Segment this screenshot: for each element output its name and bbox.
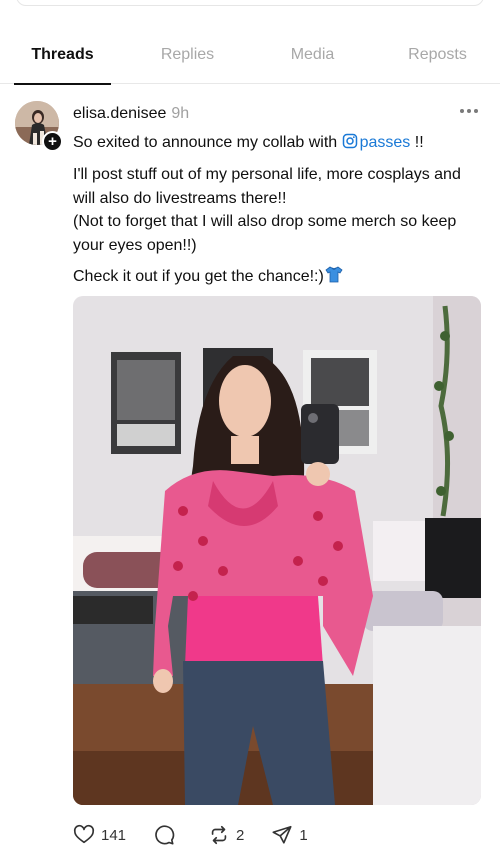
username[interactable]: elisa.denisee [73,105,166,123]
post-actions: 141 2 1 [73,822,335,848]
post-text-line1: So exited to announce my collab with pas… [73,131,485,155]
repost-button[interactable]: 2 [208,824,244,846]
mention-link[interactable]: passes [342,133,411,151]
tab-media[interactable]: Media [250,26,375,84]
follow-plus-icon[interactable]: + [42,131,63,152]
mention-label: passes [359,134,411,151]
like-button[interactable]: 141 [73,824,126,846]
profile-tabs: Threads Replies Media Reposts [0,26,500,85]
timestamp: 9h [171,105,190,122]
like-count: 141 [101,826,127,844]
post-text-line: Check it out if you get the chance!:) [73,268,324,285]
instagram-icon [342,133,357,149]
repost-count: 2 [236,826,245,844]
post-text-paragraph: I'll post stuff out of my personal life,… [73,163,485,257]
comment-icon [155,825,175,845]
send-icon [272,825,292,844]
post-header: elisa.denisee 9h [73,105,189,123]
tab-reposts[interactable]: Reposts [375,26,500,84]
more-options-icon[interactable] [460,104,482,118]
post-text-intro: So exited to announce my collab with [73,134,338,151]
search-bar-edge [16,0,484,6]
thread-post: + elisa.denisee 9h So exited to announce… [0,84,500,866]
post-text-cta: Check it out if you get the chance!:) [73,264,485,289]
repost-icon [211,825,227,845]
post-text-line: (Not to forget that I will also drop som… [73,213,457,254]
shirt-emoji-icon [325,266,343,283]
share-count: 1 [299,826,308,844]
tab-threads[interactable]: Threads [0,26,125,85]
post-photo[interactable] [73,296,481,805]
heart-icon [73,824,95,844]
post-text-line: I'll post stuff out of my personal life,… [73,166,461,207]
share-button[interactable]: 1 [271,824,308,846]
tab-replies[interactable]: Replies [125,26,250,84]
post-text-exclaim: !! [410,134,424,151]
comment-button[interactable] [153,824,181,846]
